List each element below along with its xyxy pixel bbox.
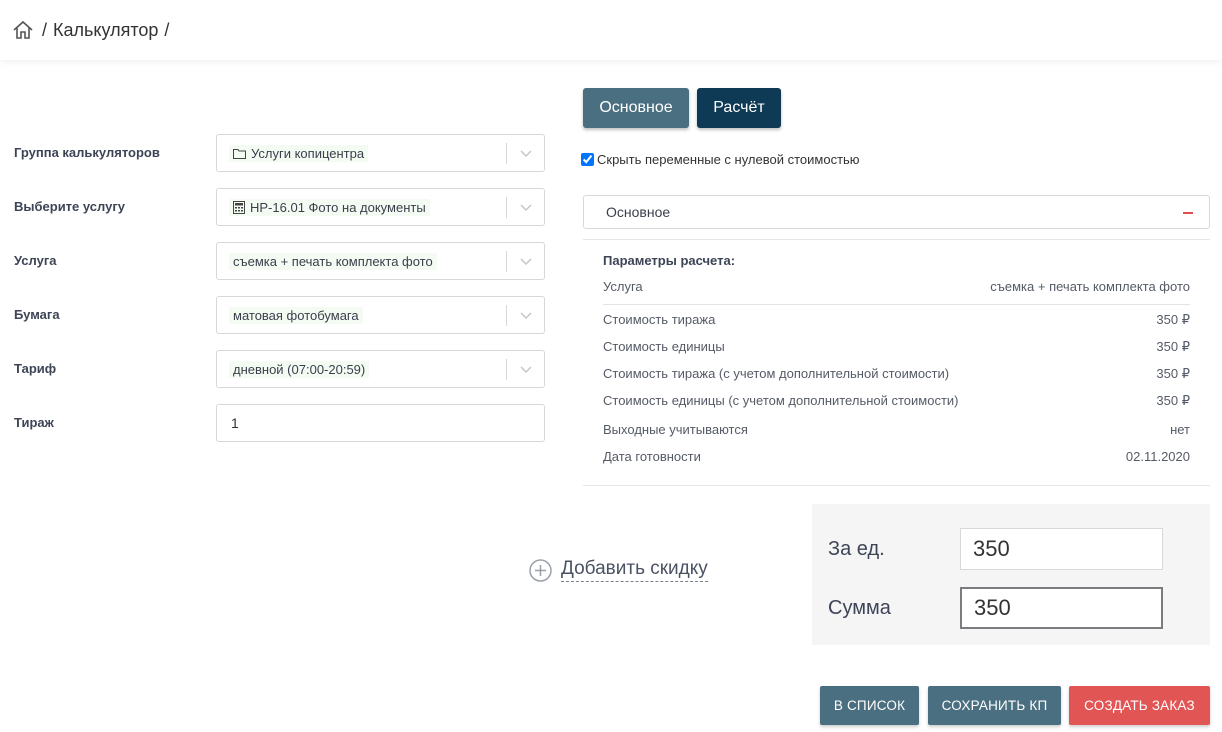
param-row-service: Услуга съемка + печать комплекта фото bbox=[603, 279, 1190, 299]
param-row: Дата готовности 02.11.2020 bbox=[603, 449, 1190, 469]
calculator-icon bbox=[233, 200, 245, 214]
chevron-down-icon[interactable] bbox=[519, 146, 533, 160]
param-value: 02.11.2020 bbox=[1125, 449, 1190, 464]
param-label: Услуга bbox=[603, 279, 643, 294]
params-title: Параметры расчета: bbox=[603, 253, 736, 268]
breadcrumb: / Калькулятор / bbox=[0, 0, 1222, 60]
service-choice-select[interactable]: НР-16.01 Фото на документы bbox=[216, 188, 545, 226]
param-value: нет bbox=[1170, 422, 1190, 437]
param-label: Стоимость единицы bbox=[603, 339, 725, 354]
form-row-tariff: Тариф дневной (07:00-20:59) bbox=[0, 350, 560, 388]
to-list-button[interactable]: В СПИСОК bbox=[820, 686, 919, 725]
field-label: Группа калькуляторов bbox=[14, 145, 160, 160]
calculator-group-select[interactable]: Услуги копицентра bbox=[216, 134, 545, 172]
param-label: Выходные учитываются bbox=[603, 422, 748, 437]
select-value-text: съемка + печать комплекта фото bbox=[229, 252, 437, 270]
panel-title: Основное bbox=[606, 204, 671, 220]
paper-select[interactable]: матовая фотобумага bbox=[216, 296, 545, 334]
chevron-down-icon[interactable] bbox=[519, 200, 533, 214]
minus-icon[interactable] bbox=[1183, 212, 1193, 214]
param-row: Стоимость единицы 350 ₽ bbox=[603, 339, 1190, 359]
param-label: Стоимость единицы (с учетом дополнительн… bbox=[603, 393, 959, 408]
sum-input[interactable] bbox=[960, 587, 1163, 629]
hide-zero-label: Скрыть переменные с нулевой стоимостью bbox=[597, 152, 860, 167]
param-label: Стоимость тиража (с учетом дополнительно… bbox=[603, 366, 950, 381]
form-row-paper: Бумага матовая фотобумага bbox=[0, 296, 560, 334]
per-unit-input[interactable] bbox=[960, 528, 1163, 570]
select-value-text: матовая фотобумага bbox=[229, 306, 363, 324]
quantity-input[interactable] bbox=[216, 404, 545, 442]
param-label: Стоимость тиража bbox=[603, 312, 716, 327]
tab-calculation[interactable]: Расчёт bbox=[697, 88, 781, 128]
select-value-text: НР-16.01 Фото на документы bbox=[250, 199, 426, 215]
param-row: Стоимость тиража 350 ₽ bbox=[603, 312, 1190, 332]
param-row: Стоимость единицы (с учетом дополнительн… bbox=[603, 393, 1190, 413]
field-label: Выберите услугу bbox=[14, 199, 125, 214]
param-row: Выходные учитываются нет bbox=[603, 422, 1190, 442]
select-value-text: Услуги копицентра bbox=[251, 145, 365, 161]
param-row: Стоимость тиража (с учетом дополнительно… bbox=[603, 366, 1190, 386]
folder-icon bbox=[233, 148, 246, 159]
field-label: Бумага bbox=[14, 307, 60, 322]
param-label: Дата готовности bbox=[603, 449, 701, 464]
sum-label: Сумма bbox=[828, 597, 891, 619]
divider bbox=[583, 485, 1210, 486]
service-select[interactable]: съемка + печать комплекта фото bbox=[216, 242, 545, 280]
add-discount-label: Добавить скидку bbox=[561, 558, 708, 582]
chevron-down-icon[interactable] bbox=[519, 362, 533, 376]
save-kp-button[interactable]: СОХРАНИТЬ КП bbox=[928, 686, 1061, 725]
param-value: 350 ₽ bbox=[1156, 312, 1190, 327]
divider bbox=[583, 239, 1210, 240]
hide-zero-checkbox[interactable] bbox=[581, 153, 594, 166]
param-value: съемка + печать комплекта фото bbox=[990, 279, 1190, 294]
divider bbox=[603, 304, 1190, 305]
chevron-down-icon[interactable] bbox=[519, 308, 533, 322]
breadcrumb-item-calculator[interactable]: Калькулятор bbox=[53, 20, 158, 41]
add-discount-link[interactable]: Добавить скидку bbox=[529, 558, 708, 582]
form-row-quantity: Тираж bbox=[0, 404, 560, 442]
create-order-button[interactable]: СОЗДАТЬ ЗАКАЗ bbox=[1069, 686, 1210, 725]
param-value: 350 ₽ bbox=[1156, 393, 1190, 408]
field-label: Тираж bbox=[14, 415, 54, 430]
tab-main[interactable]: Основное bbox=[583, 88, 689, 128]
form-row-calculator-group: Группа калькуляторов Услуги копицентра bbox=[0, 134, 560, 172]
field-label: Услуга bbox=[14, 253, 57, 268]
param-value: 350 ₽ bbox=[1156, 366, 1190, 381]
panel-main-header[interactable]: Основное bbox=[583, 195, 1210, 229]
chevron-down-icon[interactable] bbox=[519, 254, 533, 268]
param-value: 350 ₽ bbox=[1156, 339, 1190, 354]
breadcrumb-separator: / bbox=[164, 19, 170, 40]
hide-zero-option[interactable]: Скрыть переменные с нулевой стоимостью bbox=[581, 152, 860, 167]
breadcrumb-separator: / bbox=[42, 19, 48, 40]
tariff-select[interactable]: дневной (07:00-20:59) bbox=[216, 350, 545, 388]
home-icon[interactable] bbox=[12, 19, 34, 41]
field-label: Тариф bbox=[14, 361, 57, 376]
per-unit-label: За ед. bbox=[828, 538, 885, 560]
form-row-service-choice: Выберите услугу НР-16.01 Фото на докумен… bbox=[0, 188, 560, 226]
select-value-text: дневной (07:00-20:59) bbox=[229, 360, 370, 378]
totals-panel: За ед. Сумма bbox=[812, 504, 1210, 645]
form-row-service: Услуга съемка + печать комплекта фото bbox=[0, 242, 560, 280]
plus-circle-icon bbox=[529, 558, 552, 582]
